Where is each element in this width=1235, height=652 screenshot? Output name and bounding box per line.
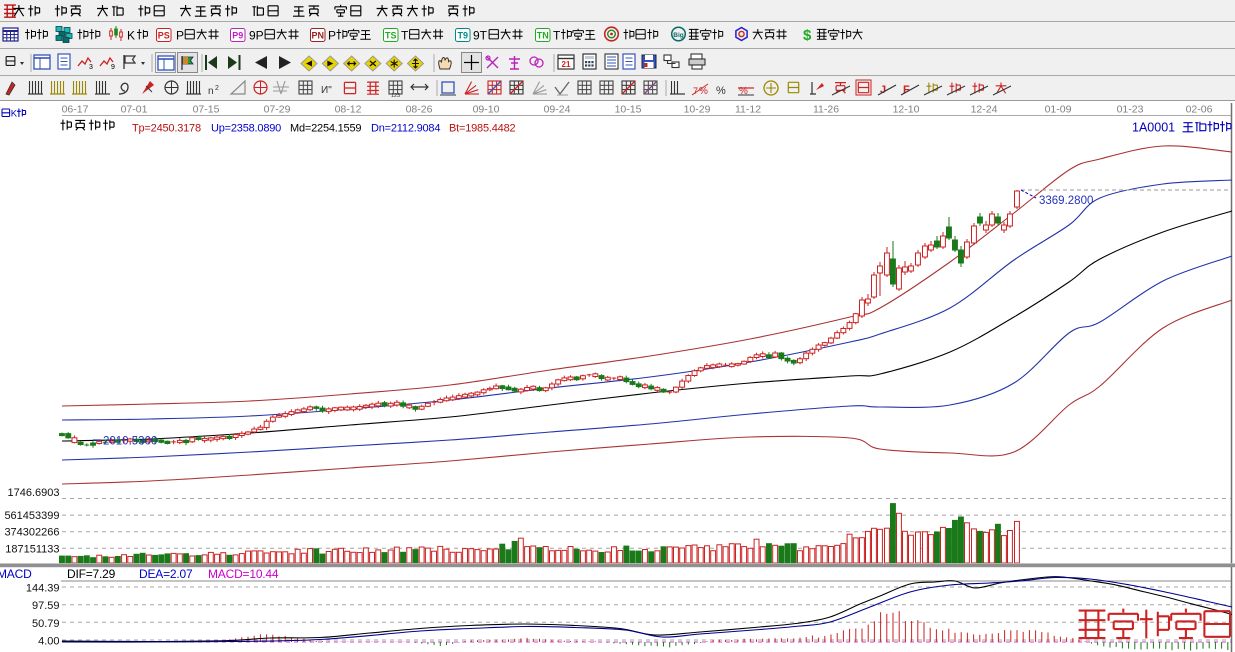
svg-text:T: T — [401, 29, 409, 43]
svg-text:2: 2 — [215, 85, 219, 92]
svg-text:И": И" — [321, 85, 332, 96]
svg-text:Tp=2450.3178: Tp=2450.3178 — [132, 123, 201, 135]
svg-text:08-26: 08-26 — [406, 104, 433, 116]
svg-text:1A0001: 1A0001 — [1132, 121, 1175, 135]
svg-text:08-12: 08-12 — [335, 104, 362, 116]
svg-text:123: 123 — [391, 93, 400, 99]
svg-text:1746.6903: 1746.6903 — [8, 487, 60, 499]
svg-text:T: T — [553, 29, 561, 43]
svg-text:01-09: 01-09 — [1045, 104, 1072, 116]
svg-text:10-15: 10-15 — [615, 104, 642, 116]
svg-text:10-29: 10-29 — [684, 104, 711, 116]
svg-text:07-29: 07-29 — [264, 104, 291, 116]
svg-text:T9: T9 — [458, 31, 469, 41]
svg-text:9T: 9T — [473, 29, 488, 43]
svg-text:TN: TN — [537, 31, 549, 41]
svg-text:9: 9 — [111, 64, 115, 71]
svg-text:11-26: 11-26 — [813, 104, 839, 116]
svg-text:3369.2800: 3369.2800 — [1039, 195, 1093, 207]
svg-text:09-10: 09-10 — [473, 104, 500, 116]
svg-text:Big: Big — [673, 32, 684, 39]
svg-text:MACD=10.44: MACD=10.44 — [208, 567, 279, 581]
svg-text:P: P — [176, 29, 184, 43]
svg-text:187151133: 187151133 — [5, 543, 59, 555]
svg-text:97.59: 97.59 — [32, 600, 60, 612]
svg-text:P9: P9 — [232, 31, 243, 41]
svg-text:50.79: 50.79 — [32, 618, 60, 630]
svg-text:144.39: 144.39 — [26, 583, 60, 595]
svg-text:%: % — [716, 85, 726, 97]
svg-text:K: K — [11, 108, 18, 119]
svg-text:P: P — [328, 29, 336, 43]
svg-text:PN: PN — [312, 31, 325, 41]
svg-text:$: $ — [803, 27, 812, 44]
svg-text:4.00: 4.00 — [38, 636, 59, 648]
svg-text:TS: TS — [385, 31, 397, 41]
svg-text:Up=2358.0890: Up=2358.0890 — [211, 123, 281, 135]
svg-text:07-15: 07-15 — [193, 104, 220, 116]
svg-text:02-06: 02-06 — [1186, 104, 1213, 116]
svg-text:11-12: 11-12 — [735, 104, 761, 116]
svg-text:561453399: 561453399 — [4, 510, 59, 522]
svg-text:Dn=2112.9084: Dn=2112.9084 — [371, 123, 440, 135]
svg-text:J: J — [880, 84, 886, 96]
svg-text:12-24: 12-24 — [971, 104, 998, 116]
svg-text:07-01: 07-01 — [121, 104, 148, 116]
svg-text:Md=2254.1559: Md=2254.1559 — [290, 123, 361, 135]
svg-text:06-17: 06-17 — [62, 104, 89, 116]
svg-text:21: 21 — [562, 60, 571, 69]
svg-text:DIF=7.29: DIF=7.29 — [67, 567, 116, 581]
svg-text:n: n — [208, 86, 214, 97]
svg-text:Bt=1985.4482: Bt=1985.4482 — [449, 123, 515, 135]
svg-text:MACD: MACD — [0, 567, 32, 581]
svg-text:DEA=2.07: DEA=2.07 — [139, 567, 193, 581]
svg-text:12-10: 12-10 — [893, 104, 920, 116]
svg-text:3: 3 — [89, 64, 93, 71]
svg-text:9P: 9P — [249, 29, 264, 43]
svg-text:374302266: 374302266 — [4, 527, 59, 539]
svg-text:01-23: 01-23 — [1117, 104, 1144, 116]
svg-text:PS: PS — [158, 31, 170, 41]
svg-text:K: K — [127, 29, 135, 43]
svg-text:09-24: 09-24 — [544, 104, 571, 116]
svg-text:2010.5300: 2010.5300 — [103, 436, 157, 448]
